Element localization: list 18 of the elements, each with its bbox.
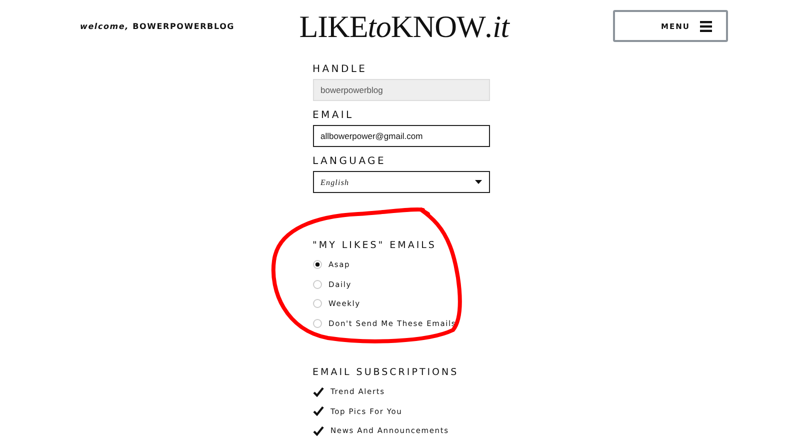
input-field[interactable]: allbowerpower@gmail.com	[312, 125, 490, 147]
radio-button[interactable]	[312, 260, 322, 270]
caret-icon	[474, 180, 482, 184]
field-label: HANDLE	[312, 64, 368, 75]
radio-button[interactable]	[312, 280, 322, 289]
logo[interactable]: LIKEtoKNOW.it	[299, 10, 509, 42]
section-heading: EMAIL SUBSCRIPTIONS	[312, 367, 460, 378]
checkbox[interactable]	[312, 426, 324, 436]
language-dropdown[interactable]: English	[312, 171, 490, 193]
field-label: EMAIL	[312, 110, 355, 121]
checkbox[interactable]	[312, 406, 324, 416]
field-label: LANGUAGE	[312, 156, 388, 167]
checkbox[interactable]	[312, 386, 324, 397]
radio-button[interactable]	[312, 318, 322, 328]
welcome-text: welcome, BOWERPOWERBLOG	[80, 22, 235, 30]
section-heading: "MY LIKES" EMAILS	[312, 240, 438, 251]
radio-button[interactable]	[312, 299, 322, 308]
menu-icon	[700, 20, 712, 32]
